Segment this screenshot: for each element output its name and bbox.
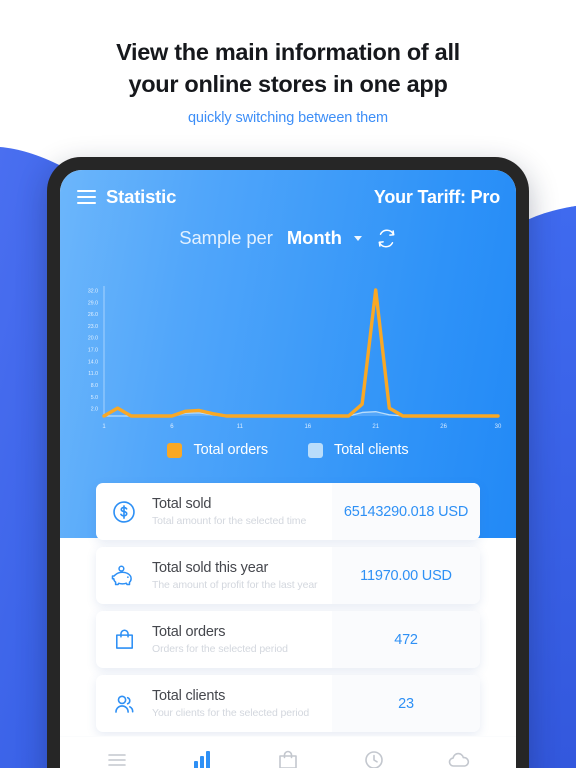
stat-card-value: 65143290.018 USD: [343, 503, 469, 520]
stat-card-title: Total clients: [152, 687, 226, 704]
bar-chart-icon: [194, 750, 211, 768]
hamburger-icon[interactable]: [77, 189, 96, 205]
statistics-chart[interactable]: 2.0 5.0 8.0 11.0 14.0 17.0 20.0 23.0 26.0 29.0 32.…: [60, 278, 516, 438]
promo-headline-line2: your online stores in one app: [128, 71, 448, 98]
legend-label-clients: Total clients: [334, 442, 409, 458]
hamburger-bar: [77, 195, 96, 199]
chart-y-tick-label: 20.0: [88, 336, 98, 342]
stat-card-subtitle: Orders for the selected period: [152, 643, 288, 656]
chart-y-tick-label: 32.0: [88, 288, 98, 294]
sample-period-value[interactable]: Month: [287, 227, 342, 249]
bag-icon: [279, 750, 297, 768]
app-screenshot: View the main information of all your on…: [0, 0, 576, 768]
sample-per-label: Sample per: [179, 227, 273, 248]
stat-card-value-cell: 11970.00 USD: [332, 547, 480, 604]
phone-screen: Statistic Your Tariff: Pro Sample per Mo…: [60, 170, 516, 768]
list-icon: [107, 753, 126, 766]
chart-y-tick-label: 23.0: [88, 324, 98, 330]
stats-card-list: Total sold Total amount for the selected…: [60, 483, 516, 739]
promo-heading-block: View the main information of all your on…: [0, 36, 576, 126]
shopping-bag-icon: [96, 611, 152, 668]
chart-y-tick-label: 17.0: [88, 348, 98, 354]
chart-y-tick-label: 8.0: [91, 383, 98, 389]
chart-x-tick-label: 26: [440, 424, 447, 430]
stat-card-value-cell: 472: [332, 611, 480, 668]
chart-line-total-orders: [102, 288, 500, 418]
nav-item-history[interactable]: [362, 748, 386, 768]
dollar-circle-icon: [96, 483, 152, 540]
chart-y-tick-label: 29.0: [88, 300, 98, 306]
chart-y-tick-label: 5.0: [91, 395, 98, 401]
page-title: Statistic: [106, 186, 177, 207]
stat-card-value: 472: [394, 631, 418, 648]
sample-period-control: Sample per Month: [60, 227, 516, 249]
chart-canvas: 2.0 5.0 8.0 11.0 14.0 17.0 20.0 23.0 26.0 29.0 32.…: [88, 286, 502, 430]
clients-icon: [96, 675, 152, 732]
app-topbar: Statistic Your Tariff: Pro: [60, 182, 516, 212]
tariff-label: Your Tariff: Pro: [373, 186, 500, 207]
stat-card-value: 23: [398, 695, 414, 712]
nav-item-list[interactable]: [105, 748, 129, 768]
chart-y-tick-label: 2.0: [91, 407, 98, 413]
chart-y-tick-label: 26.0: [88, 312, 98, 318]
stat-card-texts: Total sold this year The amount of profi…: [152, 547, 332, 604]
legend-swatch-clients: [308, 442, 324, 458]
stat-card-value-cell: 65143290.018 USD: [332, 483, 480, 540]
stat-card-texts: Total clients Your clients for the selec…: [152, 675, 332, 732]
piggy-bank-glyph: [111, 565, 132, 585]
stat-card-subtitle: Total amount for the selected time: [152, 515, 307, 528]
stat-card-total-sold[interactable]: Total sold Total amount for the selected…: [96, 483, 480, 540]
chart-x-tick-label: 1: [102, 424, 106, 430]
piggy-bank-icon: [96, 547, 152, 604]
dollar-circle-glyph: [113, 500, 135, 523]
stat-card-value: 11970.00 USD: [360, 567, 452, 584]
shopping-bag-glyph: [115, 629, 133, 649]
stat-card-title: Total sold: [152, 495, 212, 512]
legend-item-total-clients[interactable]: Total clients: [308, 442, 409, 458]
stat-card-subtitle: Your clients for the selected period: [152, 707, 310, 720]
history-icon: [364, 750, 383, 768]
legend-swatch-orders: [167, 442, 183, 458]
legend-item-total-orders[interactable]: Total orders: [167, 442, 268, 458]
stat-card-texts: Total sold Total amount for the selected…: [152, 483, 332, 540]
stat-card-total-sold-this-year[interactable]: Total sold this year The amount of profi…: [96, 547, 480, 604]
chart-x-tick-label: 6: [170, 424, 174, 430]
hamburger-bar: [77, 201, 96, 205]
refresh-icon[interactable]: [376, 228, 397, 249]
promo-subheadline: quickly switching between them: [187, 109, 389, 126]
phone-mockup: Statistic Your Tariff: Pro Sample per Mo…: [47, 157, 529, 768]
nav-item-statistic[interactable]: [190, 748, 214, 768]
clients-glyph: [115, 694, 134, 713]
stat-card-title: Total sold this year: [152, 559, 269, 576]
chart-x-tick-label: 16: [304, 424, 311, 430]
chevron-down-icon[interactable]: [353, 235, 362, 241]
stat-card-total-clients[interactable]: Total clients Your clients for the selec…: [96, 675, 480, 732]
stat-card-value-cell: 23: [332, 675, 480, 732]
chart-x-tick-label: 21: [372, 424, 379, 430]
stat-card-title: Total orders: [152, 623, 226, 640]
chart-x-tick-label: 11: [237, 424, 244, 430]
chart-y-tick-label: 11.0: [88, 371, 98, 377]
chart-legend: Total orders Total clients: [60, 442, 516, 458]
chart-y-tick-label: 14.0: [88, 359, 98, 365]
stat-card-total-orders[interactable]: Total orders Orders for the selected per…: [96, 611, 480, 668]
stat-card-texts: Total orders Orders for the selected per…: [152, 611, 332, 668]
cloud-icon: [448, 752, 470, 767]
nav-item-cloud[interactable]: [447, 748, 471, 768]
refresh-glyph: [378, 229, 395, 247]
hamburger-bar: [77, 189, 96, 193]
promo-headline-line1: View the main information of all: [116, 39, 460, 65]
stat-card-subtitle: The amount of profit for the last year: [152, 579, 318, 592]
chart-x-tick-label: 30: [495, 424, 502, 430]
legend-label-orders: Total orders: [193, 442, 269, 458]
bottom-navigation: [60, 736, 516, 768]
topbar-left-group: Statistic: [77, 186, 176, 208]
nav-item-orders[interactable]: [276, 748, 300, 768]
